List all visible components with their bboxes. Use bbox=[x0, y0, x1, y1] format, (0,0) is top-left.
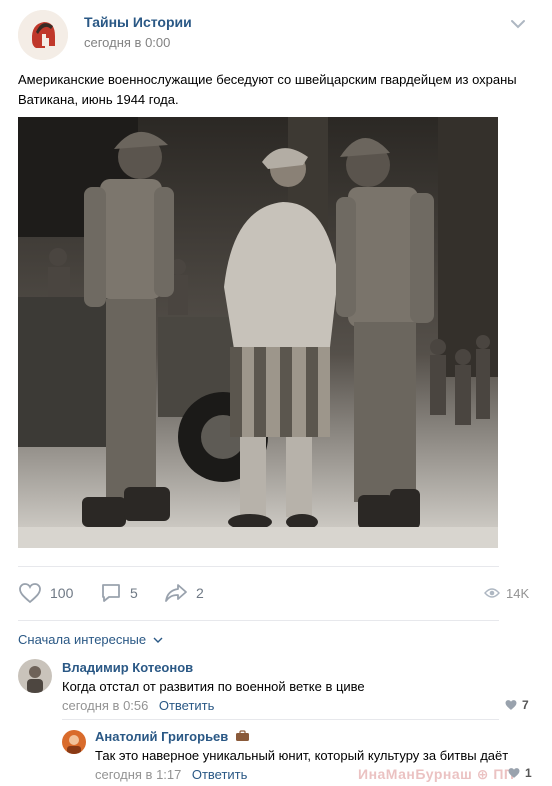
user-photo-icon bbox=[18, 659, 52, 693]
comment-author-avatar[interactable] bbox=[18, 659, 52, 693]
briefcase-icon bbox=[235, 730, 249, 741]
chevron-down-icon bbox=[153, 637, 163, 643]
group-name[interactable]: Тайны Истории bbox=[84, 14, 192, 30]
comment-text: Так это наверное уникальный юнит, которы… bbox=[95, 748, 509, 763]
post-menu-chevron[interactable] bbox=[510, 17, 526, 29]
views-counter: 14K bbox=[484, 580, 529, 606]
comment-like-count: 7 bbox=[522, 698, 529, 712]
post-text: Американские военнослужащие беседуют со … bbox=[18, 72, 517, 107]
like-button[interactable]: 100 bbox=[18, 580, 73, 606]
comment-meta: сегодня в 1:17 Ответить bbox=[95, 766, 247, 784]
comment-icon bbox=[102, 584, 120, 602]
comment-like-count: 1 bbox=[525, 766, 532, 780]
comment-text: Когда отстал от развития по военной ветк… bbox=[62, 679, 365, 694]
eye-icon bbox=[484, 588, 500, 598]
comment-meta: сегодня в 0:56 Ответить bbox=[62, 697, 214, 715]
share-icon bbox=[165, 584, 187, 602]
heart-icon bbox=[19, 583, 41, 604]
comments-sort-label: Сначала интересные bbox=[18, 632, 147, 647]
share-count: 2 bbox=[196, 585, 204, 601]
actions-separator bbox=[18, 566, 499, 567]
comment-time[interactable]: сегодня в 1:17 bbox=[95, 767, 181, 782]
views-count: 14K bbox=[506, 585, 530, 601]
user-photo-icon bbox=[62, 730, 86, 754]
heart-icon bbox=[508, 768, 520, 778]
comment-button[interactable]: 5 bbox=[100, 580, 138, 606]
comment-like-button[interactable]: 1 bbox=[507, 766, 532, 780]
comment-count: 5 bbox=[130, 585, 138, 601]
share-button[interactable]: 2 bbox=[164, 580, 204, 606]
watermark-text: ИнаМанБурнаш ⊕ ПП bbox=[358, 766, 515, 782]
comment-author-name-text: Анатолий Григорьев bbox=[95, 729, 229, 744]
group-avatar[interactable] bbox=[18, 10, 68, 60]
comments-separator bbox=[18, 620, 499, 621]
reply-button[interactable]: Ответить bbox=[192, 767, 248, 782]
comment-author-name[interactable]: Анатолий Григорьев bbox=[95, 729, 250, 744]
post-photo[interactable] bbox=[18, 117, 498, 548]
post-time[interactable]: сегодня в 0:00 bbox=[84, 35, 170, 50]
comment-author-avatar[interactable] bbox=[62, 730, 86, 754]
comments-sort-dropdown[interactable]: Сначала интересные bbox=[18, 632, 163, 647]
chevron-down-icon bbox=[511, 20, 525, 29]
historical-photo-illustration bbox=[18, 117, 498, 548]
comment-like-button[interactable]: 7 bbox=[504, 698, 529, 712]
comment-separator bbox=[62, 719, 499, 720]
reply-button[interactable]: Ответить bbox=[159, 698, 215, 713]
heart-icon bbox=[505, 700, 517, 710]
comment-time[interactable]: сегодня в 0:56 bbox=[62, 698, 148, 713]
spartan-helmet-logo bbox=[18, 10, 68, 60]
comment-author-name[interactable]: Владимир Котеонов bbox=[62, 660, 193, 675]
like-count: 100 bbox=[50, 585, 74, 601]
